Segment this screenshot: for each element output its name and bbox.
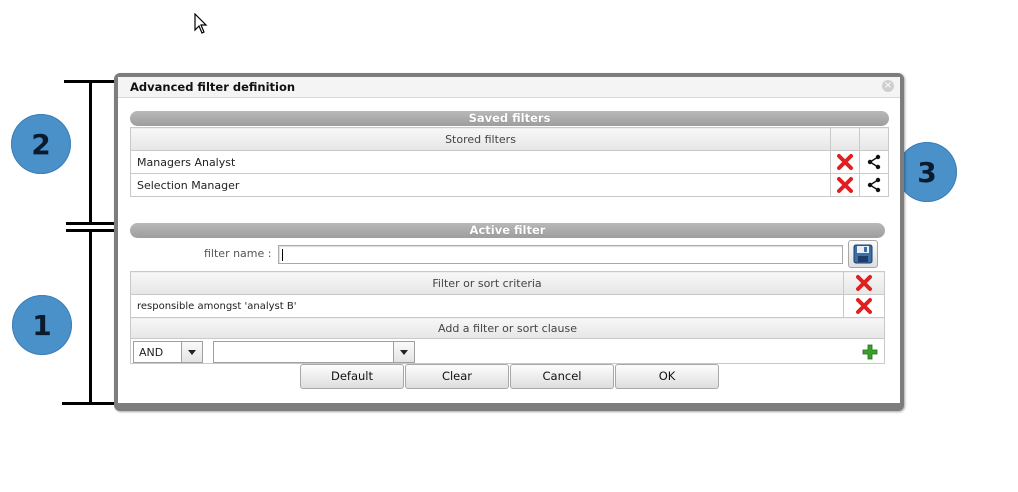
dialog-body: Advanced filter definition × Saved filte… <box>118 77 900 403</box>
table-row[interactable]: Selection Manager <box>130 173 889 197</box>
table-row[interactable]: responsible amongst 'analyst B' <box>130 294 885 318</box>
table-row[interactable]: Managers Analyst <box>130 150 889 174</box>
delete-all-icon[interactable] <box>855 274 873 292</box>
saved-filters-section-bar: Saved filters <box>130 111 889 126</box>
header-spacer <box>859 127 889 151</box>
floppy-disk-icon <box>853 244 873 264</box>
saved-filters-table: Stored filters Managers Analyst Selectio… <box>130 127 889 197</box>
advanced-filter-dialog: Advanced filter definition × Saved filte… <box>114 73 904 411</box>
filter-name-label: filter name : <box>204 247 272 260</box>
close-icon[interactable]: × <box>882 80 894 92</box>
add-clause-icon[interactable] <box>862 344 878 360</box>
delete-icon[interactable] <box>855 297 873 315</box>
field-select[interactable] <box>213 341 415 363</box>
add-clause-row: AND <box>130 338 885 364</box>
cancel-button[interactable]: Cancel <box>510 364 614 389</box>
bracket-mid-cap-2 <box>66 229 118 232</box>
dialog-titlebar: Advanced filter definition × <box>118 77 900 98</box>
clear-button[interactable]: Clear <box>405 364 509 389</box>
chevron-down-icon[interactable] <box>181 342 202 362</box>
callout-3: 3 <box>897 142 957 202</box>
operator-select[interactable]: AND <box>133 341 203 363</box>
bracket-bottom-cap <box>62 402 118 405</box>
bracket-lower-line <box>89 229 92 405</box>
share-icon[interactable] <box>866 154 882 170</box>
stored-filter-name[interactable]: Selection Manager <box>130 173 831 197</box>
save-filter-button[interactable] <box>848 240 878 268</box>
text-caret <box>282 249 283 261</box>
criteria-text[interactable]: responsible amongst 'analyst B' <box>130 294 844 318</box>
chevron-down-icon[interactable] <box>393 342 414 362</box>
stored-filters-header: Stored filters <box>130 127 831 151</box>
add-clause-header: Add a filter or sort clause <box>130 317 885 339</box>
delete-icon[interactable] <box>836 176 854 194</box>
ok-button[interactable]: OK <box>615 364 719 389</box>
mouse-cursor-icon <box>194 13 208 34</box>
operator-value: AND <box>139 346 164 359</box>
callout-2: 2 <box>11 114 71 174</box>
criteria-table: Filter or sort criteria responsible amon… <box>130 271 885 364</box>
criteria-header: Filter or sort criteria <box>130 271 844 295</box>
bracket-mid-cap-1 <box>66 222 118 225</box>
active-filter-section-bar: Active filter <box>130 223 885 238</box>
share-icon[interactable] <box>866 177 882 193</box>
bracket-upper-line <box>89 80 92 224</box>
stored-filter-name[interactable]: Managers Analyst <box>130 150 831 174</box>
delete-icon[interactable] <box>836 153 854 171</box>
header-spacer <box>830 127 860 151</box>
dialog-title: Advanced filter definition <box>130 80 296 94</box>
default-button[interactable]: Default <box>300 364 404 389</box>
filter-name-input[interactable] <box>278 245 843 264</box>
callout-1: 1 <box>12 295 72 355</box>
